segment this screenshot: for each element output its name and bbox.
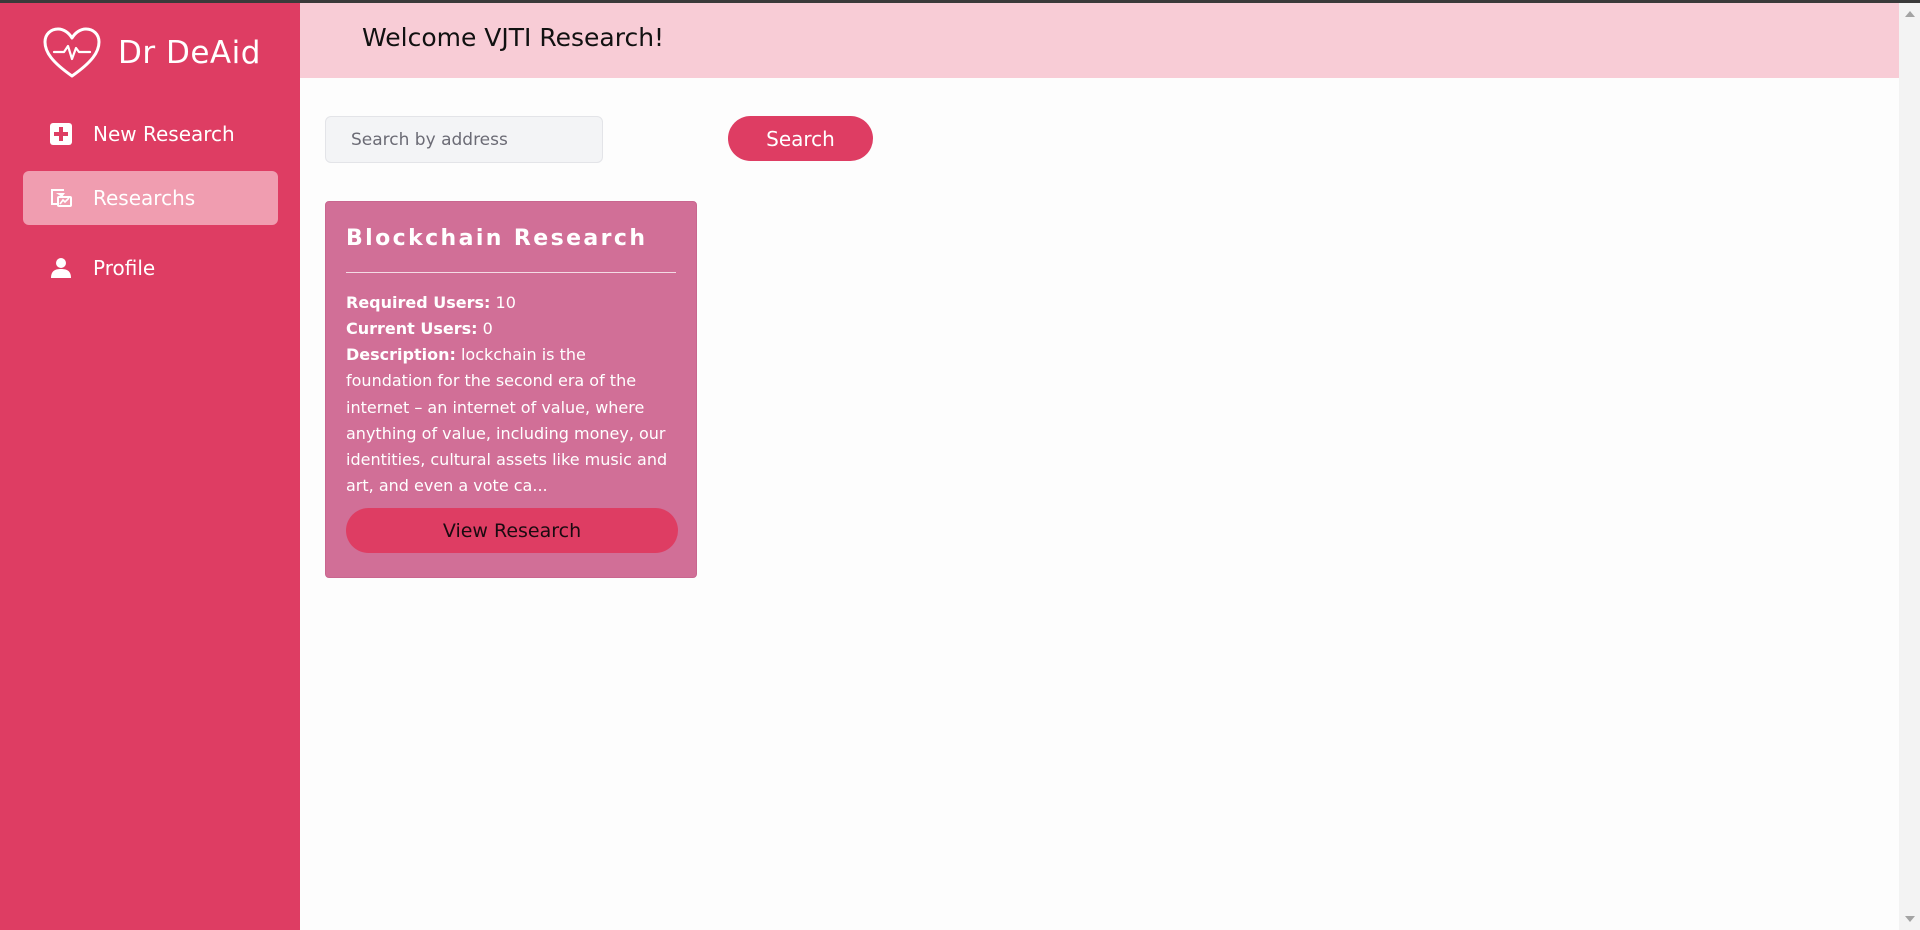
sidebar-item-label: Researchs <box>93 186 196 210</box>
page-header: Welcome VJTI Research! <box>300 3 1899 78</box>
required-users-value: 10 <box>495 293 516 312</box>
sidebar-item-researchs[interactable]: Researchs <box>23 171 278 225</box>
current-users-value: 0 <box>482 319 493 338</box>
heart-pulse-icon <box>43 27 101 78</box>
research-description: Description: lockchain is the foundation… <box>346 342 676 500</box>
current-users: Current Users: 0 <box>346 316 676 342</box>
sidebar-item-label: New Research <box>93 122 235 146</box>
search-input[interactable] <box>325 116 603 163</box>
brand-logo[interactable]: Dr DeAid <box>42 25 261 81</box>
search-button[interactable]: Search <box>728 116 873 161</box>
research-title: Blockchain Research <box>346 226 648 251</box>
sidebar-item-profile[interactable]: Profile <box>23 241 278 295</box>
sidebar-item-new-research[interactable]: New Research <box>23 107 278 161</box>
scroll-down-arrow-icon[interactable] <box>1905 916 1915 922</box>
description-value: lockchain is the foundation for the seco… <box>346 345 668 496</box>
sidebar-item-label: Profile <box>93 256 156 280</box>
brand-name: Dr DeAid <box>118 35 261 71</box>
required-users-label: Required Users: <box>346 293 491 312</box>
scrollbar[interactable] <box>1899 3 1920 930</box>
plus-square-icon <box>49 122 73 146</box>
sidebar: Dr DeAid New Research Researchs Profile <box>0 3 300 930</box>
description-label: Description: <box>346 345 456 364</box>
current-users-label: Current Users: <box>346 319 478 338</box>
view-research-button[interactable]: View Research <box>346 508 678 553</box>
research-icon <box>49 186 73 210</box>
user-icon <box>49 256 73 280</box>
research-card: Blockchain Research Required Users: 10 C… <box>325 201 697 578</box>
scroll-up-arrow-icon[interactable] <box>1905 11 1915 17</box>
required-users: Required Users: 10 <box>346 290 676 316</box>
page-title: Welcome VJTI Research! <box>362 23 665 52</box>
card-divider <box>346 272 676 273</box>
